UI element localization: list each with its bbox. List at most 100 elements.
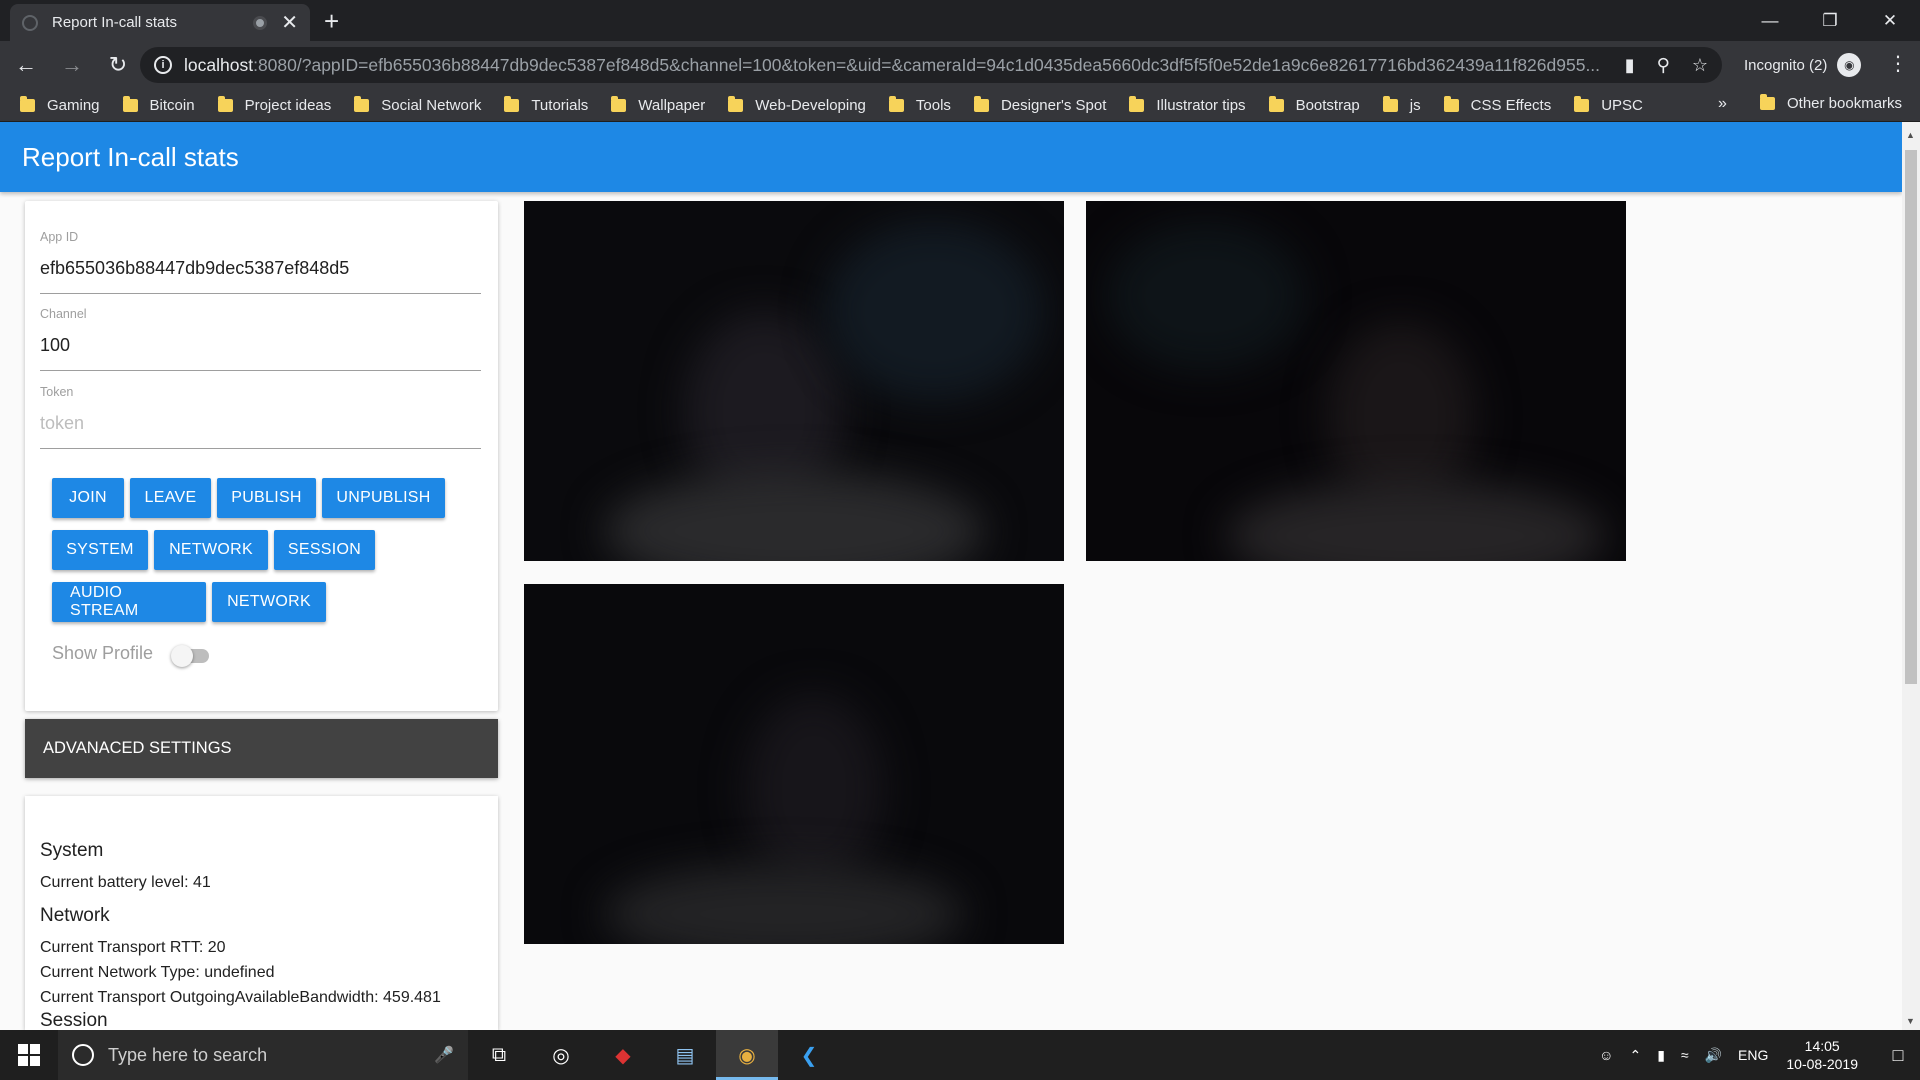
button-row-2: SYSTEM NETWORK SESSION (52, 530, 375, 570)
forward-icon[interactable]: → (52, 52, 92, 78)
folder-icon (1129, 95, 1145, 112)
bookmark-item[interactable]: UPSC (1574, 95, 1643, 114)
token-input[interactable]: token (40, 413, 481, 448)
chrome-icon[interactable]: ◉ (716, 1030, 778, 1080)
start-button[interactable] (0, 1030, 58, 1080)
settings-card: App ID efb655036b88447db9dec5387ef848d5 … (25, 201, 498, 711)
folder-icon (611, 95, 627, 112)
minimize-icon[interactable]: — (1740, 0, 1800, 41)
wifi-icon[interactable]: ≈ (1681, 1047, 1689, 1063)
token-label: Token (40, 385, 74, 399)
reload-icon[interactable]: ↻ (98, 52, 138, 78)
bookmark-item[interactable]: Bootstrap (1268, 95, 1360, 114)
leave-button[interactable]: LEAVE (130, 478, 211, 518)
battery-level: Current battery level: 41 (40, 874, 211, 891)
app-bar: Report In-call stats (0, 122, 1902, 192)
bookmark-item[interactable]: Tools (888, 95, 951, 114)
site-info-icon[interactable]: i (154, 56, 172, 74)
show-hidden-icons[interactable]: ⌃ (1629, 1047, 1641, 1064)
media-app-icon[interactable]: ◎ (530, 1030, 592, 1080)
zoom-icon[interactable]: ⚲ (1657, 55, 1670, 76)
network-type: Current Network Type: undefined (40, 964, 275, 981)
task-view-icon[interactable]: ⧉ (468, 1030, 530, 1080)
bookmark-item[interactable]: Gaming (20, 95, 100, 114)
scroll-down-icon[interactable]: ▼ (1906, 1016, 1915, 1026)
bookmark-item[interactable]: Tutorials (504, 95, 588, 114)
window-controls: — ❐ ✕ (1740, 0, 1920, 41)
toggle-knob (171, 644, 194, 667)
taskbar-search[interactable]: Type here to search 🎤 (58, 1030, 468, 1080)
back-icon[interactable]: ← (6, 52, 46, 78)
video-tile-local[interactable] (524, 201, 1064, 561)
video-tile-remote-1[interactable] (1086, 201, 1626, 561)
game-app-icon[interactable]: ◆ (592, 1030, 654, 1080)
advanced-settings-header[interactable]: ADVANACED SETTINGS (25, 719, 498, 778)
audio-stream-button[interactable]: AUDIO STREAM (52, 582, 206, 622)
taskbar-clock[interactable]: 14:05 10-08-2019 (1786, 1037, 1858, 1073)
browser-toolbar: ← → ↻ i localhost :8080/?appID=efb655036… (0, 41, 1920, 89)
folder-icon (1268, 95, 1284, 112)
incognito-indicator[interactable]: Incognito (2) ◉ (1744, 53, 1862, 77)
clock-time: 14:05 (1804, 1038, 1840, 1054)
address-bar[interactable]: i localhost :8080/?appID=efb655036b88447… (140, 47, 1722, 83)
join-button[interactable]: JOIN (52, 478, 124, 518)
bookmark-item[interactable]: Designer's Spot (973, 95, 1106, 114)
battery-icon[interactable]: ▮ (1657, 1047, 1665, 1064)
video-tile-remote-2[interactable] (524, 584, 1064, 944)
folder-icon (1574, 95, 1590, 112)
app-id-field[interactable]: App ID efb655036b88447db9dec5387ef848d5 (40, 230, 481, 294)
search-placeholder: Type here to search (108, 1044, 268, 1065)
bookmark-item[interactable]: Social Network (354, 95, 481, 114)
page-title: Report In-call stats (22, 141, 239, 172)
network-heading: Network (40, 905, 110, 926)
bookmark-item[interactable]: Bitcoin (122, 95, 195, 114)
bookmark-item[interactable]: Web-Developing (728, 95, 866, 114)
laptop-app-icon[interactable]: ▤ (654, 1030, 716, 1080)
publish-button[interactable]: PUBLISH (217, 478, 316, 518)
show-profile-toggle[interactable] (171, 644, 211, 667)
recording-icon (253, 15, 268, 30)
close-window-icon[interactable]: ✕ (1860, 0, 1920, 41)
scroll-up-icon[interactable]: ▲ (1906, 130, 1915, 140)
language-indicator[interactable]: ENG (1738, 1047, 1768, 1063)
loading-icon (22, 14, 38, 31)
restore-icon[interactable]: ❐ (1800, 0, 1860, 41)
vscode-icon[interactable]: ❮ (778, 1030, 840, 1080)
page-scrollbar[interactable]: ▲ ▼ (1902, 122, 1920, 1030)
channel-value[interactable]: 100 (40, 335, 481, 370)
url-host: localhost (184, 54, 254, 75)
folder-icon (1760, 94, 1775, 110)
people-icon[interactable]: ☺ (1599, 1047, 1613, 1063)
scrollbar-thumb[interactable] (1905, 150, 1917, 684)
tab-title: Report In-call stats (52, 14, 178, 31)
button-row-1: JOIN LEAVE PUBLISH UNPUBLISH (52, 478, 445, 518)
camera-icon[interactable]: ▮ (1625, 55, 1635, 76)
session-stats-button[interactable]: SESSION (274, 530, 375, 570)
bookmark-item[interactable]: Wallpaper (611, 95, 705, 114)
network-quality-button[interactable]: NETWORK (212, 582, 326, 622)
browser-tabstrip: Report In-call stats ✕ + — ❐ ✕ (0, 0, 1920, 41)
unpublish-button[interactable]: UNPUBLISH (322, 478, 445, 518)
bookmark-star-icon[interactable]: ☆ (1692, 55, 1708, 76)
volume-icon[interactable]: 🔊 (1705, 1047, 1722, 1064)
close-tab-icon[interactable]: ✕ (281, 13, 298, 33)
bookmark-item[interactable]: Illustrator tips (1129, 95, 1246, 114)
bookmark-item[interactable]: Project ideas (217, 95, 331, 114)
bookmark-item[interactable]: js (1382, 95, 1421, 114)
notifications-icon[interactable]: □ (1876, 1045, 1920, 1066)
bookmark-item[interactable]: CSS Effects (1443, 95, 1551, 114)
menu-icon[interactable]: ⋮ (1888, 51, 1908, 76)
channel-field[interactable]: Channel 100 (40, 307, 481, 371)
more-bookmarks-icon[interactable]: » (1718, 95, 1727, 113)
outgoing-bandwidth: Current Transport OutgoingAvailableBandw… (40, 989, 441, 1006)
button-row-3: AUDIO STREAM NETWORK (52, 582, 326, 622)
browser-tab[interactable]: Report In-call stats ✕ (10, 4, 310, 41)
system-stats-button[interactable]: SYSTEM (52, 530, 148, 570)
microphone-icon[interactable]: 🎤 (434, 1045, 454, 1065)
network-stats-button[interactable]: NETWORK (154, 530, 268, 570)
token-field[interactable]: Token token (40, 385, 481, 449)
app-id-value[interactable]: efb655036b88447db9dec5387ef848d5 (40, 258, 481, 293)
cortana-icon (72, 1044, 94, 1066)
other-bookmarks[interactable]: Other bookmarks (1760, 94, 1902, 112)
new-tab-button[interactable]: + (324, 8, 339, 34)
